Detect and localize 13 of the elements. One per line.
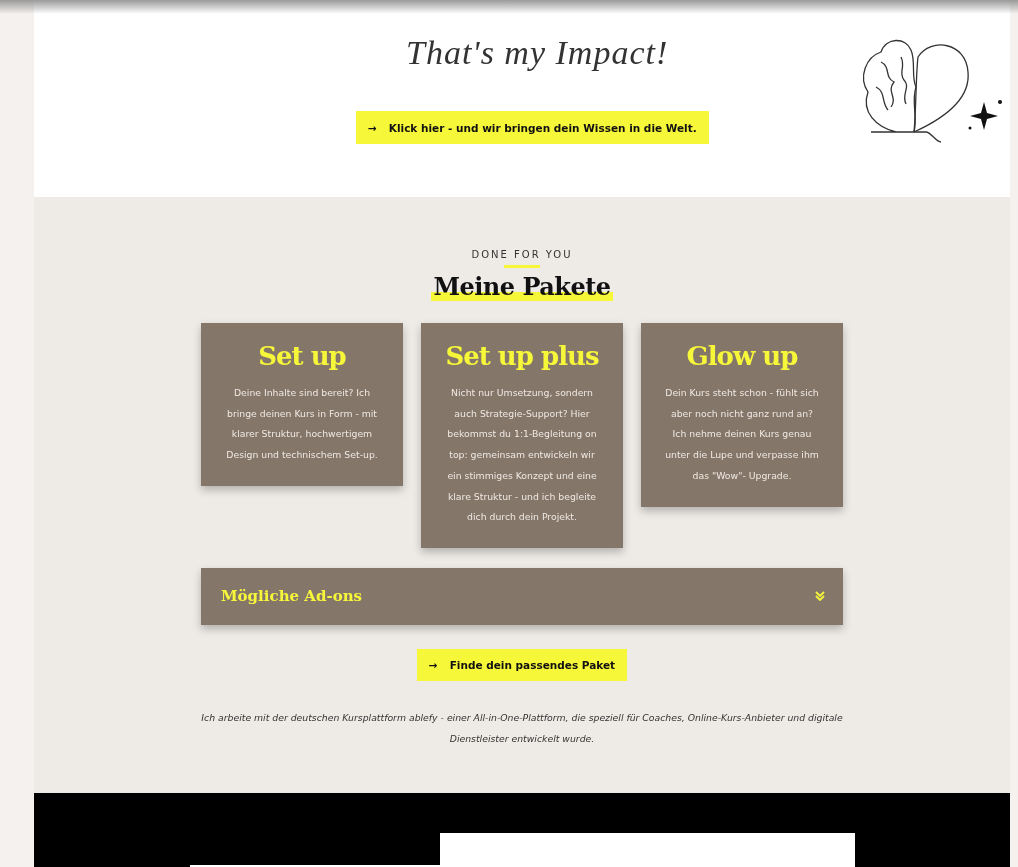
card-text: Deine Inhalte sind bereit? Ich bringe deinen Kurs in Form - mit klarer Struktur, hochwertigem Design und technischem Set-up. [225,386,379,463]
platform-note: Ich arbeite mit der deutschen Kursplattform ablefy - einer All-in-One-Plattform, die speziell für Coaches, Online-Kurs-Anbieter und digitale Dienstleister entwickelt wurde. [200,710,844,746]
cta-button[interactable]: → Klick hier - und wir bringen dein Wissen in die Welt. [356,111,709,144]
accordion-title: Mögliche Ad-ons [221,587,362,606]
addons-accordion[interactable]: Mögliche Ad-ons [201,567,843,625]
card-text: Dein Kurs steht schon - fühlt sich aber noch nicht ganz rund an? Ich nehme deinen Kurs genau unter die Lupe und verpasse ihm das "Wow"- Upgrade. [665,386,819,483]
section-kicker: DONE FOR YOU [471,249,573,260]
card-title: Set up plus [445,341,599,371]
card-text: Nicht nur Umsetzung, sondern auch Strategie-Support? Hier bekommst du 1:1-Begleitung on top: gemeinsam entwickeln wir ein stimmiges Konzept und eine klare Struktur - und ich begleite dich durch dein Projekt. [446,386,598,525]
cta-button[interactable]: → Finde dein passendes Paket [416,648,628,681]
card-title: Glow up [685,341,799,371]
signature-text: That's my Impact! [406,34,669,72]
card-title: Set up [257,341,347,371]
